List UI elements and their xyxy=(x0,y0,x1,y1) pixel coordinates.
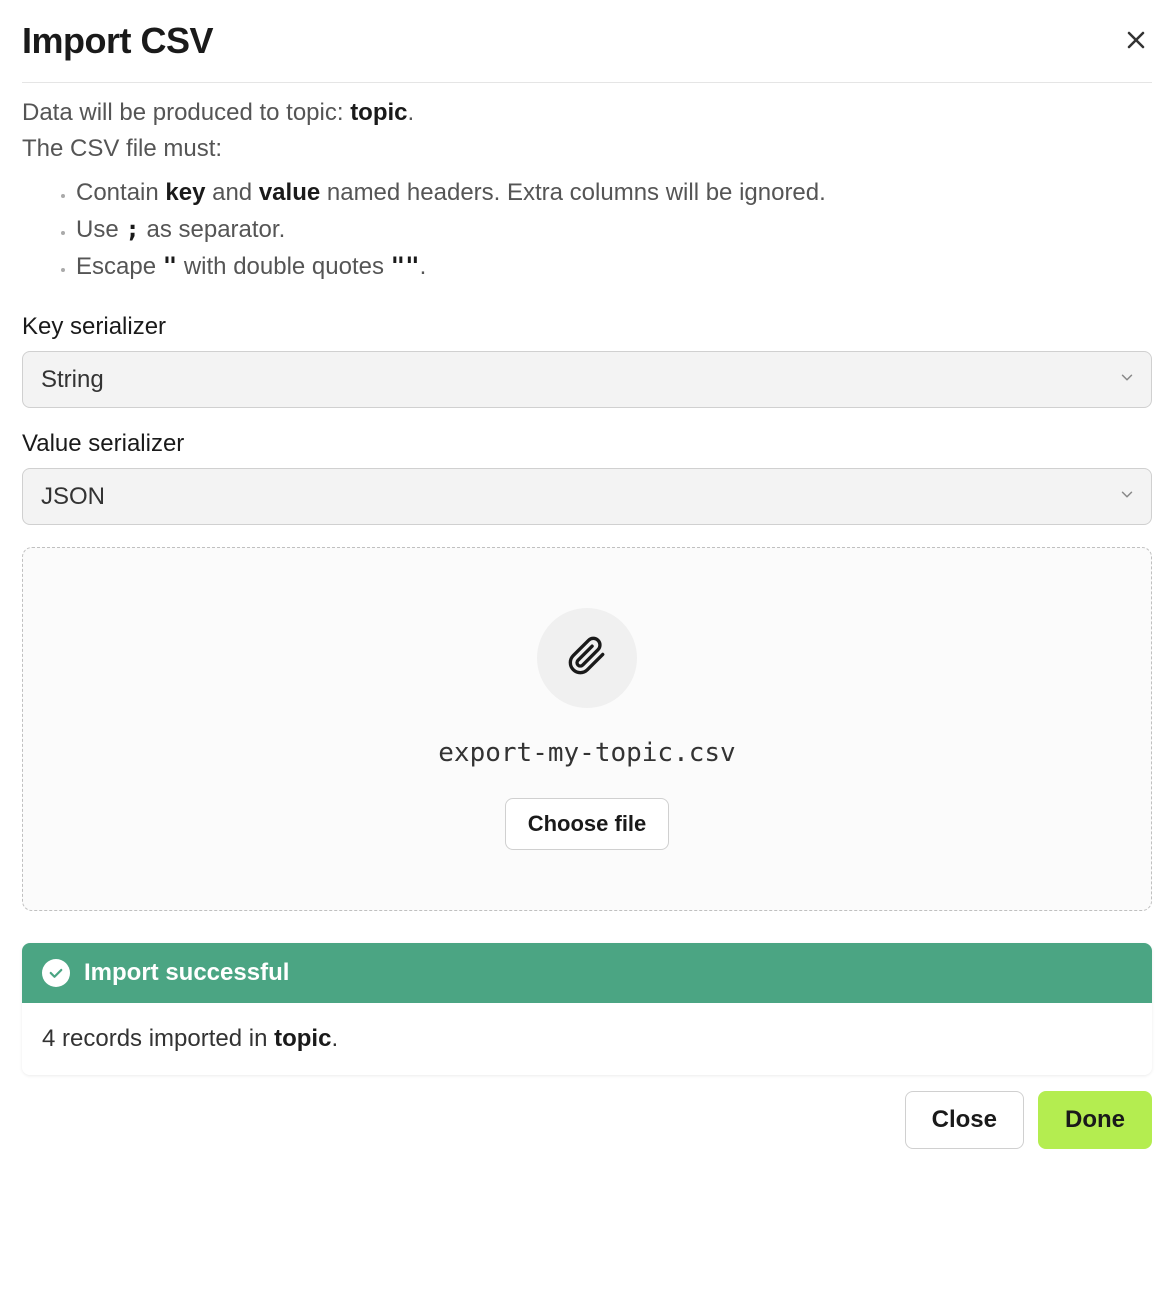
close-icon xyxy=(1124,40,1148,55)
value-serializer-label: Value serializer xyxy=(22,430,1152,458)
close-footer-button[interactable]: Close xyxy=(905,1091,1024,1149)
modal-title: Import CSV xyxy=(22,20,213,62)
choose-file-button[interactable]: Choose file xyxy=(505,798,670,850)
file-icon-circle xyxy=(537,608,637,708)
attachment-icon xyxy=(567,636,607,681)
value-serializer-group: Value serializer JSON xyxy=(22,430,1152,525)
alert-header: Import successful xyxy=(22,943,1152,1003)
value-serializer-select[interactable]: JSON xyxy=(22,468,1152,525)
done-button[interactable]: Done xyxy=(1038,1091,1152,1149)
value-serializer-select-wrapper: JSON xyxy=(22,468,1152,525)
selected-file-name: export-my-topic.csv xyxy=(438,738,735,768)
key-serializer-label: Key serializer xyxy=(22,313,1152,341)
intro-topic-line: Data will be produced to topic: topic. xyxy=(22,99,1152,127)
close-button[interactable] xyxy=(1120,24,1152,59)
file-dropzone[interactable]: export-my-topic.csv Choose file xyxy=(22,547,1152,911)
check-circle-icon xyxy=(42,959,70,987)
key-serializer-select-wrapper: String xyxy=(22,351,1152,408)
modal-header: Import CSV xyxy=(22,20,1152,83)
alert-success: Import successful 4 records imported in … xyxy=(22,943,1152,1075)
requirement-item: Escape " with double quotes "". xyxy=(76,248,1152,285)
intro-requirements-line: The CSV file must: xyxy=(22,135,1152,163)
requirement-item: Use ; as separator. xyxy=(76,211,1152,248)
alert-body: 4 records imported in topic. xyxy=(22,1003,1152,1075)
modal-footer: Close Done xyxy=(22,1091,1152,1149)
alert-title: Import successful xyxy=(84,959,289,987)
requirements-list: Contain key and value named headers. Ext… xyxy=(22,175,1152,285)
requirement-item: Contain key and value named headers. Ext… xyxy=(76,175,1152,211)
key-serializer-group: Key serializer String xyxy=(22,313,1152,408)
key-serializer-select[interactable]: String xyxy=(22,351,1152,408)
